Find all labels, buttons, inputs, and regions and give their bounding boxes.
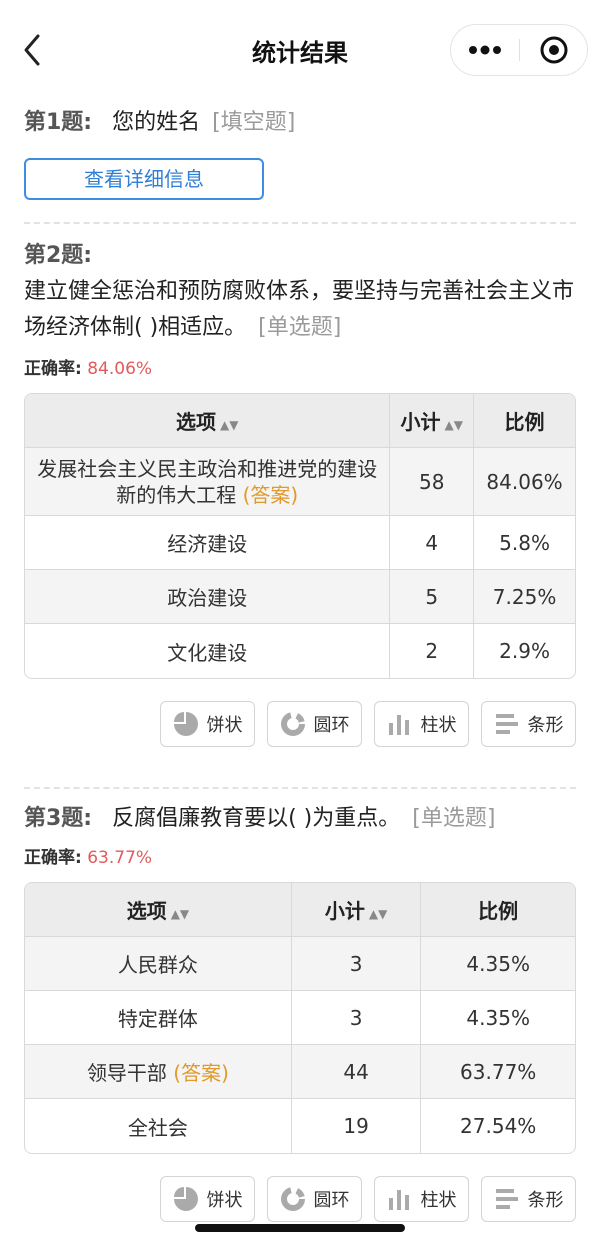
question-3: 第3题: 反腐倡廉教育要以( )为重点。 [单选题] 正确率: 63.77% 选项 ▲… <box>24 803 576 1222</box>
question-2: 第2题: 建立健全惩治和预防腐败体系，要坚持与完善社会主义市场经济体制( )相适… <box>24 238 576 747</box>
target-close-icon <box>540 36 568 64</box>
table-row: 文化建设 2 2.9% <box>25 624 575 678</box>
ring-chart-icon <box>280 712 305 736</box>
results-content: 第1题: 您的姓名 [填空题] 查看详细信息 第2题: 建立健全惩治和预防腐败体系，… <box>24 100 576 1222</box>
accuracy-label: 正确率: <box>24 359 82 379</box>
more-button[interactable] <box>451 25 519 75</box>
accuracy-label: 正确率: <box>24 848 82 868</box>
sort-icon: ▲▼ <box>444 418 463 432</box>
ring-chart-button[interactable]: 圆环 <box>267 701 362 747</box>
table-row: 发展社会主义民主政治和推进党的建设新的伟大工程 (答案) 58 84.06% <box>25 448 575 516</box>
bar-chart-button[interactable]: 柱状 <box>374 1176 469 1222</box>
option-cell: 特定群体 <box>25 991 292 1045</box>
nav-bar: 统计结果 <box>0 0 600 100</box>
ratio-cell: 84.06% <box>474 448 575 516</box>
question-1: 第1题: 您的姓名 [填空题] 查看详细信息 <box>24 102 576 200</box>
answer-tag: (答案) <box>242 482 299 507</box>
close-button[interactable] <box>520 25 588 75</box>
pie-chart-button[interactable]: 饼状 <box>160 701 255 747</box>
mini-program-capsule <box>450 24 588 76</box>
ring-chart-button[interactable]: 圆环 <box>267 1176 362 1222</box>
sort-icon: ▲▼ <box>170 907 190 921</box>
count-cell: 3 <box>291 937 422 991</box>
question-number: 第3题: <box>24 806 93 831</box>
column-header-option[interactable]: 选项 ▲▼ <box>25 394 391 448</box>
pie-chart-icon <box>173 1187 198 1211</box>
pie-chart-icon <box>173 712 198 736</box>
ring-chart-icon <box>280 1187 305 1211</box>
horizontal-bar-icon <box>495 714 518 734</box>
count-cell: 2 <box>390 624 475 678</box>
question-number: 第2题: <box>24 243 93 268</box>
chart-type-buttons: 饼状 圆环 柱状 条形 <box>24 1176 576 1222</box>
count-cell: 5 <box>390 570 475 624</box>
column-header-option[interactable]: 选项 ▲▼ <box>25 883 292 937</box>
bar-chart-icon <box>388 1190 409 1210</box>
divider <box>24 787 576 789</box>
ratio-cell: 4.35% <box>421 937 575 991</box>
table-row: 领导干部 (答案) 44 63.77% <box>25 1045 575 1099</box>
view-details-button[interactable]: 查看详细信息 <box>24 158 264 200</box>
horizontal-bar-button[interactable]: 条形 <box>481 701 576 747</box>
stats-table: 选项 ▲▼ 小计 ▲▼ 比例 人民群众 3 4.35% 特定群体 3 4.35% 领… <box>24 882 576 1154</box>
count-cell: 19 <box>292 1099 422 1153</box>
option-cell: 经济建设 <box>25 516 391 570</box>
table-row: 经济建设 4 5.8% <box>25 516 575 570</box>
column-header-count[interactable]: 小计 ▲▼ <box>291 883 422 937</box>
option-cell: 文化建设 <box>25 624 391 678</box>
option-cell: 全社会 <box>25 1099 292 1153</box>
sort-icon: ▲▼ <box>368 907 388 921</box>
table-row: 政治建设 5 7.25% <box>25 570 575 624</box>
stats-table: 选项 ▲▼ 小计 ▲▼ 比例 发展社会主义民主政治和推进党的建设新的伟大工程 (答案… <box>24 393 576 679</box>
horizontal-bar-button[interactable]: 条形 <box>481 1176 576 1222</box>
answer-tag: (答案) <box>173 1061 229 1085</box>
accuracy-value: 63.77% <box>87 848 153 868</box>
option-cell: 人民群众 <box>25 937 292 991</box>
more-dots-icon <box>469 45 501 55</box>
ratio-cell: 7.25% <box>474 570 575 624</box>
table-row: 全社会 19 27.54% <box>25 1099 575 1153</box>
bar-chart-button[interactable]: 柱状 <box>374 701 469 747</box>
table-row: 人民群众 3 4.35% <box>25 937 575 991</box>
sort-icon: ▲▼ <box>219 418 239 432</box>
horizontal-bar-icon <box>495 1189 518 1209</box>
option-cell: 领导干部 (答案) <box>25 1045 292 1099</box>
count-cell: 44 <box>291 1045 422 1099</box>
question-type: [填空题] <box>212 110 296 135</box>
pie-chart-button[interactable]: 饼状 <box>160 1176 255 1222</box>
ratio-cell: 27.54% <box>460 1114 537 1138</box>
question-number: 第1题: <box>24 110 93 135</box>
count-cell: 4 <box>390 516 475 570</box>
ratio-cell: 2.9% <box>499 639 550 663</box>
bar-chart-icon <box>388 715 409 735</box>
column-header-count[interactable]: 小计 ▲▼ <box>390 394 475 448</box>
accuracy-value: 84.06% <box>87 359 153 379</box>
option-cell: 发展社会主义民主政治和推进党的建设新的伟大工程 (答案) <box>25 448 391 516</box>
table-row: 特定群体 3 4.35% <box>25 991 575 1045</box>
column-header-ratio: 比例 <box>421 883 575 937</box>
count-cell: 3 <box>291 991 422 1045</box>
ratio-cell: 4.35% <box>421 991 575 1045</box>
option-cell: 政治建设 <box>25 570 391 624</box>
ratio-cell: 5.8% <box>474 516 575 570</box>
question-type: [单选题] <box>258 315 342 340</box>
question-title: 您的姓名 <box>112 110 201 135</box>
question-title: 反腐倡廉教育要以( )为重点。 <box>112 806 401 831</box>
question-type: [单选题] <box>412 806 496 831</box>
chart-type-buttons: 饼状 圆环 柱状 条形 <box>24 701 576 747</box>
column-header-ratio: 比例 <box>474 394 575 448</box>
home-indicator[interactable] <box>195 1224 405 1232</box>
ratio-cell: 63.77% <box>421 1045 575 1099</box>
divider <box>24 222 576 224</box>
count-cell: 58 <box>390 448 475 516</box>
